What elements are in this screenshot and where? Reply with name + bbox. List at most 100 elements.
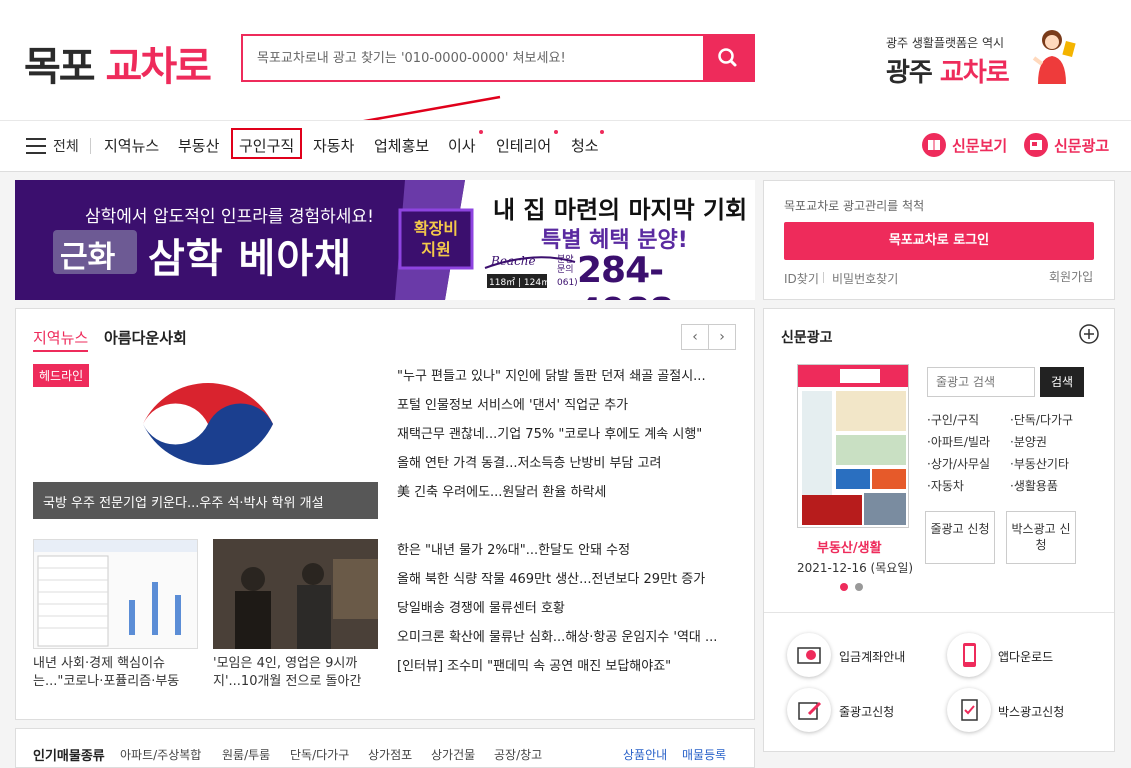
line-ad-apply-icon[interactable] xyxy=(787,688,831,732)
line-ad-search-button[interactable]: 검색 xyxy=(1040,367,1084,397)
site-logo[interactable]: 목포 교차로 xyxy=(24,34,212,92)
table-chart-thumbnail xyxy=(34,540,197,647)
pager-dot[interactable] xyxy=(855,583,863,591)
listing-tab[interactable]: 상가점포 xyxy=(368,746,412,763)
box-ad-apply-button[interactable]: 박스광고 신청 xyxy=(1006,511,1076,564)
tab-local-news[interactable]: 지역뉴스 xyxy=(33,327,89,352)
news-item[interactable]: "누구 편들고 있나" 지인에 닭발 돌판 던져 쇄골 골절시... xyxy=(397,365,737,384)
news-item[interactable]: [인터뷰] 조수미 "팬데믹 속 공연 매진 보답해야죠" xyxy=(397,655,737,674)
gwangju-logo-1: 광주 xyxy=(886,58,933,88)
plus-icon[interactable] xyxy=(1078,323,1100,345)
gwangju-slogan: 광주 생활플랫폼은 역시 xyxy=(886,36,1005,50)
app-download-icon[interactable] xyxy=(947,633,991,677)
category-link[interactable]: ·단독/다가구 xyxy=(1010,411,1073,428)
nav-moving[interactable]: 이사 xyxy=(448,135,476,156)
book-icon xyxy=(922,133,946,157)
search-button[interactable] xyxy=(703,36,753,80)
category-link[interactable]: ·상가/사무실 xyxy=(927,455,990,472)
thumb-caption[interactable]: '모임은 4인, 영업은 9시까지'...10개월 전으로 돌아간 xyxy=(213,655,378,691)
pager-dot-active[interactable] xyxy=(840,583,848,591)
newspaper-ad-button[interactable]: 신문광고 xyxy=(1024,131,1114,159)
news-item[interactable]: 올해 연탄 가격 동결...저소득층 난방비 부담 고려 xyxy=(397,452,737,471)
jobs-highlight-box xyxy=(231,128,302,159)
mascot-icon xyxy=(1032,30,1076,84)
banner-tagline: 삼학에서 압도적인 인프라를 경험하세요! xyxy=(85,207,374,227)
banner-phone-label: 분양 문의 xyxy=(557,255,574,275)
listing-tab[interactable]: 공장/창고 xyxy=(494,746,542,763)
nav-cleaning[interactable]: 청소 xyxy=(571,135,599,156)
prev-arrow-icon[interactable]: ‹ xyxy=(681,324,709,350)
next-arrow-icon[interactable]: › xyxy=(708,324,736,350)
newspaper-section: 부동산/생활 xyxy=(817,541,882,556)
nav-all[interactable]: 전체 xyxy=(53,136,79,156)
news-item[interactable]: 당일배송 경쟁에 물류센터 호황 xyxy=(397,597,737,616)
login-button[interactable]: 목포교차로 로그인 xyxy=(784,222,1094,260)
news-item[interactable]: 한은 "내년 물가 2%대"...한달도 안돼 수정 xyxy=(397,539,737,558)
banner-headline: 내 집 마련의 마지막 기회 xyxy=(493,196,748,224)
deposit-account-icon[interactable] xyxy=(787,633,831,677)
banner-badge: 확장비 지원 xyxy=(413,219,459,259)
search-input[interactable] xyxy=(243,36,705,80)
nav-cars[interactable]: 자동차 xyxy=(313,135,354,156)
listing-tab[interactable]: 아파트/주상복합 xyxy=(120,746,201,763)
newspaper-view-button[interactable]: 신문보기 xyxy=(922,131,1012,159)
new-dot xyxy=(554,130,558,134)
find-pw-link[interactable]: 비밀번호찾기 xyxy=(832,270,898,287)
ad-banner[interactable]: 삼학에서 압도적인 인프라를 경험하세요! 근화 삼학 베아채 확장비 지원 내… xyxy=(15,180,755,300)
line-ad-search-input[interactable] xyxy=(927,367,1035,397)
headline-caption[interactable]: 국방 우주 전문기업 키운다...우주 석·박사 학위 개설 xyxy=(43,492,324,511)
category-link[interactable]: ·분양권 xyxy=(1010,433,1047,450)
banner-logo-text: Beache xyxy=(491,254,536,268)
nav-business[interactable]: 업체홍보 xyxy=(374,135,429,156)
newspaper-ad-label: 신문광고 xyxy=(1054,137,1110,155)
category-link[interactable]: ·구인/구직 xyxy=(927,411,979,428)
search-bar xyxy=(241,34,755,82)
nav-interior[interactable]: 인테리어 xyxy=(496,135,551,156)
nav-divider xyxy=(90,138,91,154)
news-item[interactable]: 포털 인물정보 서비스에 '댄서' 직업군 추가 xyxy=(397,394,737,413)
news-item[interactable]: 올해 북한 식량 작물 469만t 생산...전년보다 29만t 증가 xyxy=(397,568,737,587)
box-ad-apply-icon[interactable] xyxy=(947,688,991,732)
nav-local-news[interactable]: 지역뉴스 xyxy=(104,135,159,156)
headline-badge: 헤드라인 xyxy=(33,364,90,387)
banner-sizes: 118㎡ | 124㎡ xyxy=(489,278,551,288)
listing-tab[interactable]: 단독/다가구 xyxy=(290,746,349,763)
news-item[interactable]: 오미크론 확산에 물류난 심화...해상·항공 운임지수 '역대 ... xyxy=(397,626,737,645)
line-ad-apply-button[interactable]: 줄광고 신청 xyxy=(925,511,995,564)
logo-text-2: 교차로 xyxy=(105,44,212,90)
app-download-link[interactable]: 앱다운로드 xyxy=(998,648,1053,665)
menu-icon[interactable] xyxy=(26,138,48,154)
logo-text-1: 목포 xyxy=(24,44,96,90)
new-dot xyxy=(600,130,604,134)
category-link[interactable]: ·아파트/빌라 xyxy=(927,433,990,450)
product-info-link[interactable]: 상품안내 xyxy=(623,746,667,763)
banner-brand-right: 삼학 베아채 xyxy=(148,236,352,282)
gwangju-link[interactable]: 광주 생활플랫폼은 역시 광주 교차로 xyxy=(886,34,1026,89)
gwangju-logo-2: 교차로 xyxy=(939,58,1010,88)
newspaper-view-label: 신문보기 xyxy=(952,137,1008,155)
box-ad-apply-link[interactable]: 박스광고신청 xyxy=(998,703,1064,720)
line-ad-apply-link[interactable]: 줄광고신청 xyxy=(839,703,894,720)
newspaper-date: 2021-12-16 (목요일) xyxy=(797,561,914,575)
nav-real-estate[interactable]: 부동산 xyxy=(178,135,219,156)
listing-tab[interactable]: 원룸/투룸 xyxy=(222,746,270,763)
category-link[interactable]: ·생활용품 xyxy=(1010,477,1058,494)
newspaper-cover-image[interactable] xyxy=(797,364,909,528)
tab-beautiful-society[interactable]: 아름다운사회 xyxy=(104,327,187,348)
thumb-chart-image[interactable] xyxy=(33,539,198,649)
thumb-caption[interactable]: 내년 사회·경제 핵심이슈는..."코로나·포퓰리즘·부동 xyxy=(33,655,198,691)
category-link[interactable]: ·자동차 xyxy=(927,477,964,494)
find-id-link[interactable]: ID찾기 xyxy=(784,270,819,287)
listing-tab[interactable]: 상가건물 xyxy=(431,746,475,763)
news-item[interactable]: 美 긴축 우려에도...원달러 환율 하락세 xyxy=(397,481,737,500)
category-link[interactable]: ·부동산기타 xyxy=(1010,455,1069,472)
panel-divider xyxy=(764,612,1114,613)
login-desc: 목포교차로 광고관리를 척척 xyxy=(784,199,925,213)
join-link[interactable]: 회원가입 xyxy=(1049,268,1093,285)
thumb-photo-image[interactable] xyxy=(213,539,378,649)
header: 목포 교차로 광주 생활플랫폼은 역시 광주 교차로 xyxy=(0,0,1131,120)
news-item[interactable]: 재택근무 괜찮네...기업 75% "코로나 후에도 계속 시행" xyxy=(397,423,737,442)
banner-area-code: 061) xyxy=(557,278,578,288)
deposit-account-link[interactable]: 입금계좌안내 xyxy=(839,648,905,665)
listing-register-link[interactable]: 매물등록 xyxy=(682,746,726,763)
